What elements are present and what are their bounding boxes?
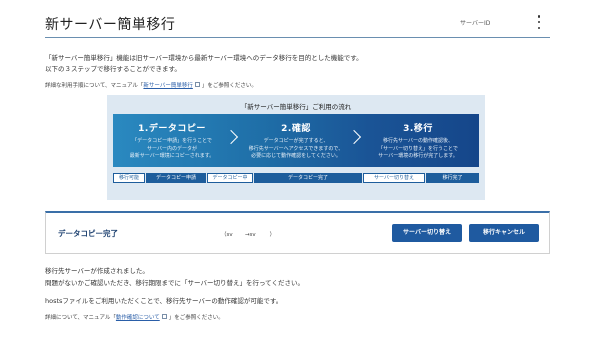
result-line-2: 問題がないかご確認いただき、移行期限までに「サーバー切り替え」を行ってください。 (45, 279, 304, 287)
step-confirm: 2.確認 データコピーが完了すると、 移行先サーバーへアクセスできますので、 必… (237, 114, 355, 167)
manual-link-verify[interactable]: 動作確認について (116, 315, 160, 321)
flow-title: 「新サーバー簡単移行」ご利用の流れ (240, 103, 352, 111)
status-bar-item: 移行完了 (426, 173, 479, 183)
manual-note-2: 詳細について、マニュアル「動作確認について 」をご参照ください。 (45, 313, 224, 321)
manual-note-prefix: 詳細について、マニュアル「 (45, 315, 116, 321)
migration-cancel-button[interactable]: 移行キャンセル (469, 224, 539, 242)
status-bar-item: データコピー申請 (146, 173, 206, 183)
external-link-icon (161, 314, 167, 319)
migration-status-card: データコピー完了 （sv →sv ） サーバー切り替え 移行キャンセル (45, 211, 550, 254)
page-header: 新サーバー簡単移行 サーバーID (45, 0, 550, 38)
status-bar-item: サーバー切り替え (363, 173, 425, 183)
status-bar-item: データコピー中 (207, 173, 253, 183)
result-line-3: hostsファイルをご利用いただくことで、移行先サーバーの動作確認が可能です。 (45, 297, 283, 305)
manual-note-suffix: 」をご参照ください。 (201, 83, 257, 89)
result-line-1: 移行先サーバーが作成されました。 (45, 267, 149, 275)
external-link-icon (194, 82, 200, 87)
manual-note-suffix: 」をご参照ください。 (168, 315, 224, 321)
status-label: データコピー完了 (58, 229, 118, 238)
step-migrate: 3.移行 移行先サーバーの動作確認後、 「サーバー切り替え」を行うことで サーバ… (359, 114, 477, 167)
status-bar-item: 移行可能 (113, 173, 145, 183)
manual-note-prefix: 詳細な利用手順について、マニュアル「 (45, 83, 144, 89)
step-description: 「データコピー申請」を行うことで サーバー内のデータが 最新サーバー環境にコピー… (129, 138, 215, 159)
intro-line-1: 「新サーバー簡単移行」機能は旧サーバー環境から最新サーバー環境へのデータ移行を目… (45, 54, 363, 62)
flow-diagram: 「新サーバー簡単移行」ご利用の流れ 1.データコピー 「データコピー申請」を行う… (107, 95, 485, 200)
server-switch-button[interactable]: サーバー切り替え (392, 224, 462, 242)
step-title: 3.移行 (403, 124, 433, 134)
step-title: 2.確認 (281, 124, 311, 134)
server-id-label: サーバーID (460, 20, 491, 27)
step-description: 移行先サーバーの動作確認後、 「サーバー切り替え」を行うことで サーバー環境の移… (378, 138, 458, 159)
page-title: 新サーバー簡単移行 (45, 17, 176, 33)
flow-steps: 1.データコピー 「データコピー申請」を行うことで サーバー内のデータが 最新サ… (113, 114, 479, 167)
intro-line-2: 以下の３ステップで移行することができます。 (45, 65, 181, 73)
step-description: データコピーが完了すると、 移行先サーバーへアクセスできますので、 必要に応じて… (248, 138, 344, 159)
step-title: 1.データコピー (138, 124, 206, 134)
step-data-copy: 1.データコピー 「データコピー申請」を行うことで サーバー内のデータが 最新サ… (113, 114, 231, 167)
manual-note: 詳細な利用手順について、マニュアル「新サーバー簡単移行 」をご参照ください。 (45, 81, 257, 89)
status-bar-item-current: データコピー完了 (254, 173, 362, 183)
manual-link[interactable]: 新サーバー簡単移行 (143, 83, 192, 89)
server-range: （sv →sv ） (221, 232, 276, 238)
more-menu-icon[interactable] (536, 15, 542, 29)
